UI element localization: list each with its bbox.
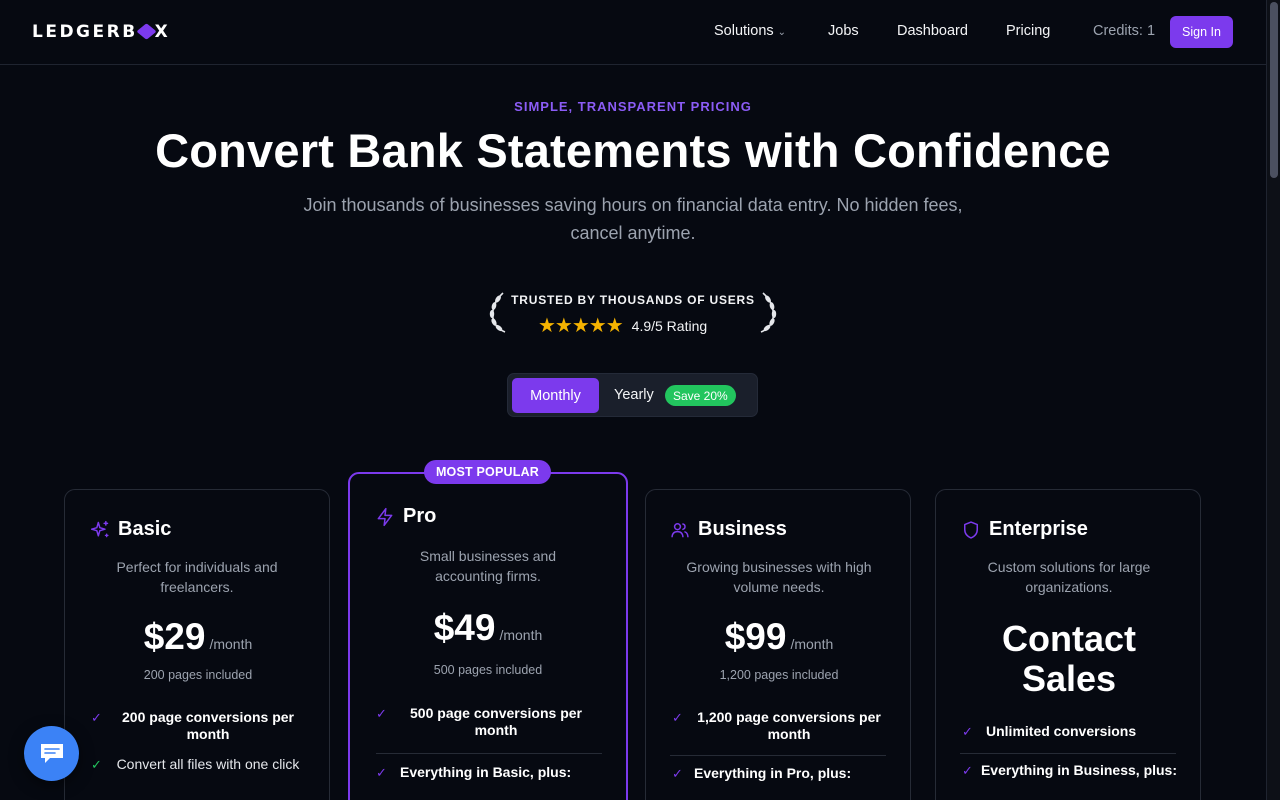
divider <box>670 755 886 756</box>
plan-name: Pro <box>403 505 437 527</box>
users-icon <box>671 522 689 537</box>
nav-solutions[interactable]: Solutions ⌄ <box>714 23 786 39</box>
nav-pricing[interactable]: Pricing <box>1006 23 1050 39</box>
check-icon: ✓ <box>376 706 387 721</box>
plan-price: $49 <box>433 607 496 648</box>
plan-description: Growing businesses with high volume need… <box>686 559 872 595</box>
contact-sales-price: Contact Sales <box>1002 618 1136 699</box>
nav-jobs[interactable]: Jobs <box>828 23 859 39</box>
chat-widget-button[interactable] <box>24 726 79 781</box>
check-icon: ✓ <box>962 724 973 739</box>
plan-price: $99 <box>724 616 787 657</box>
plan-card-pro: Pro Small businesses and accounting firm… <box>348 472 628 800</box>
plan-name: Business <box>698 518 787 540</box>
feature-item: ✓ Everything in Basic, plus: <box>376 764 572 780</box>
logo[interactable]: LEDGERB X <box>32 22 170 42</box>
feature-item: ✓ Convert all files with one click <box>91 756 300 772</box>
price-row: $29/month <box>65 616 331 658</box>
price-period: /month <box>790 636 834 652</box>
rating-row: ★★★★★ 4.9/5 Rating <box>538 313 707 338</box>
plan-name: Basic <box>118 518 172 540</box>
feature-item: ✓ Everything in Business, plus: <box>962 762 1178 778</box>
feature-item: ✓ Unlimited conversions <box>962 723 1137 739</box>
price-row: $49/month <box>350 607 626 649</box>
plan-header: Business <box>670 518 787 541</box>
laurel-right-icon <box>760 292 777 333</box>
logo-cube-icon <box>136 23 157 40</box>
nav-dashboard[interactable]: Dashboard <box>897 23 968 39</box>
feature-item: ✓ Everything in Pro, plus: <box>672 765 852 781</box>
yearly-option[interactable]: Yearly <box>614 387 654 403</box>
feature-item: ✓ 1,200 page conversions per month <box>672 709 881 742</box>
plan-card-business: Business Growing businesses with high vo… <box>645 489 911 800</box>
chevron-down-icon: ⌄ <box>777 27 787 38</box>
trust-title: TRUSTED BY THOUSANDS OF USERS <box>511 293 755 307</box>
plan-description: Small businesses and accounting firms. <box>419 548 557 584</box>
plan-price: $29 <box>143 616 206 657</box>
plan-header: Basic <box>90 518 171 541</box>
divider <box>960 753 1176 754</box>
plan-card-basic: Basic Perfect for individuals and freela… <box>64 489 330 800</box>
check-icon: ✓ <box>672 710 683 725</box>
billing-toggle: Monthly Yearly Save 20% <box>507 373 758 417</box>
scrollbar-thumb[interactable] <box>1270 2 1278 178</box>
shield-icon <box>964 520 978 539</box>
plan-description: Perfect for individuals and freelancers. <box>116 559 278 595</box>
star-rating-icon: ★★★★★ <box>538 315 624 337</box>
credits-counter: Credits: 1 <box>1093 23 1156 39</box>
plan-name: Enterprise <box>989 518 1088 540</box>
check-icon: ✓ <box>376 765 387 780</box>
chat-bubble-icon <box>40 743 63 763</box>
rating-text: 4.9/5 Rating <box>631 317 708 334</box>
check-icon: ✓ <box>91 710 102 725</box>
check-icon: ✓ <box>91 757 102 772</box>
save-badge: Save 20% <box>665 385 736 406</box>
plan-header: Enterprise <box>961 518 1088 541</box>
page-subheadline: Join thousands of businesses saving hour… <box>303 195 963 243</box>
pages-included: 1,200 pages included <box>719 668 839 682</box>
most-popular-badge: MOST POPULAR <box>424 460 551 484</box>
check-icon: ✓ <box>672 766 683 781</box>
trust-badge: TRUSTED BY THOUSANDS OF USERS ★★★★★ 4.9/… <box>487 288 779 338</box>
plan-header: Pro <box>375 505 436 528</box>
check-icon: ✓ <box>962 763 973 778</box>
page-headline: Convert Bank Statements with Confidence <box>155 124 1111 177</box>
plan-description: Custom solutions for large organizations… <box>987 559 1151 595</box>
feature-item: ✓ 500 page conversions per month <box>376 705 582 738</box>
sparkles-icon <box>90 520 109 537</box>
page-scrollbar[interactable] <box>1266 0 1280 800</box>
pricing-eyebrow: SIMPLE, TRANSPARENT PRICING <box>514 99 752 114</box>
sign-in-button[interactable]: Sign In <box>1170 16 1233 48</box>
feature-item: ✓ 200 page conversions per month <box>91 709 294 742</box>
price-period: /month <box>499 627 543 643</box>
lightning-icon <box>377 507 393 526</box>
monthly-option[interactable]: Monthly <box>512 378 599 413</box>
pages-included: 200 pages included <box>143 668 253 682</box>
divider <box>376 753 602 754</box>
pages-included: 500 pages included <box>433 663 543 677</box>
plan-card-enterprise: Enterprise Custom solutions for large or… <box>935 489 1201 800</box>
price-row: $99/month <box>646 616 912 658</box>
top-navbar: LEDGERB X Solutions ⌄ Jobs Dashboard Prici… <box>0 0 1266 65</box>
price-period: /month <box>209 636 253 652</box>
